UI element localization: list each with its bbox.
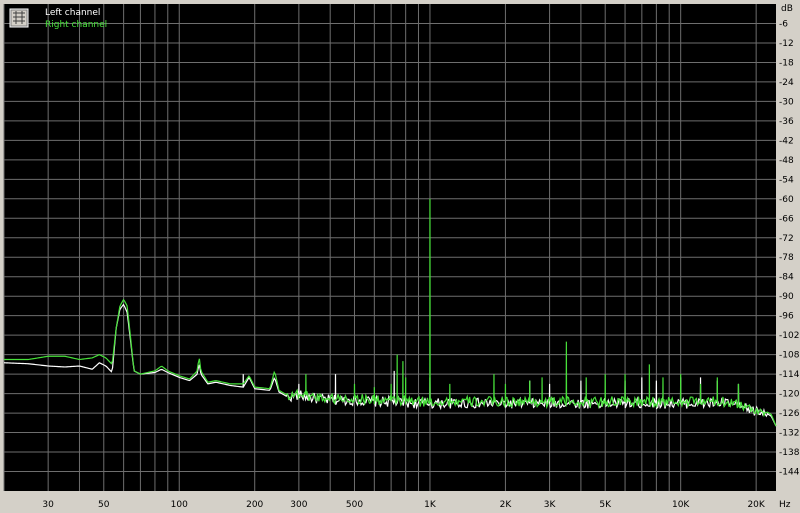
x-tick-label: 5K — [599, 500, 612, 510]
y-tick-label: -72 — [779, 234, 794, 244]
x-tick-label: 10K — [672, 500, 690, 510]
y-tick-label: -42 — [779, 136, 794, 146]
x-axis-ticks: 30 50 100 200 300 500 1K 2K 3K 5K 10K 20K — [42, 500, 765, 510]
x-tick-label: 30 — [42, 500, 54, 510]
y-tick-label: -30 — [779, 97, 794, 107]
x-tick-label: 200 — [246, 500, 263, 510]
x-tick-label: 1K — [424, 500, 437, 510]
plot-background — [4, 4, 776, 491]
x-tick-label: 300 — [290, 500, 307, 510]
x-tick-label: 2K — [500, 500, 513, 510]
x-tick-label: 20K — [747, 500, 765, 510]
y-tick-label: -120 — [779, 390, 800, 400]
x-tick-label: 100 — [171, 500, 188, 510]
y-tick-label: -126 — [779, 409, 800, 419]
y-tick-label: -6 — [779, 19, 788, 29]
x-tick-label: 500 — [346, 500, 363, 510]
y-tick-label: -24 — [779, 78, 794, 88]
y-tick-label: -96 — [779, 312, 794, 322]
y-tick-label: -54 — [779, 175, 794, 185]
y-tick-label: -66 — [779, 214, 794, 224]
y-tick-label: -108 — [779, 351, 800, 361]
x-axis-unit: Hz — [779, 500, 791, 510]
y-tick-label: -12 — [779, 39, 794, 49]
spectrum-chart: -6 -12 -18 -24 -30 -36 -42 -48 -54 -60 -66 -72 -78 -8… — [3, 4, 800, 510]
y-tick-label: -144 — [779, 468, 800, 478]
y-tick-label: -36 — [779, 117, 794, 127]
y-axis-unit: dB — [781, 4, 793, 14]
y-axis-ticks: -6 -12 -18 -24 -30 -36 -42 -48 -54 -60 -66 -72 -78 -8… — [779, 19, 800, 477]
y-tick-label: -114 — [779, 370, 800, 380]
y-tick-label: -132 — [779, 429, 799, 439]
legend-right-channel: Right channel — [45, 20, 107, 30]
legend-left-channel: Left channel — [45, 8, 100, 18]
y-tick-label: -60 — [779, 195, 794, 205]
y-tick-label: -90 — [779, 292, 794, 302]
y-tick-label: -78 — [779, 253, 794, 263]
y-tick-label: -138 — [779, 448, 800, 458]
x-tick-label: 50 — [98, 500, 110, 510]
y-tick-label: -84 — [779, 273, 794, 283]
y-tick-label: -102 — [779, 331, 799, 341]
x-tick-label: 3K — [544, 500, 557, 510]
y-tick-label: -48 — [779, 156, 794, 166]
y-tick-label: -18 — [779, 58, 794, 68]
legend-icon — [9, 8, 29, 28]
